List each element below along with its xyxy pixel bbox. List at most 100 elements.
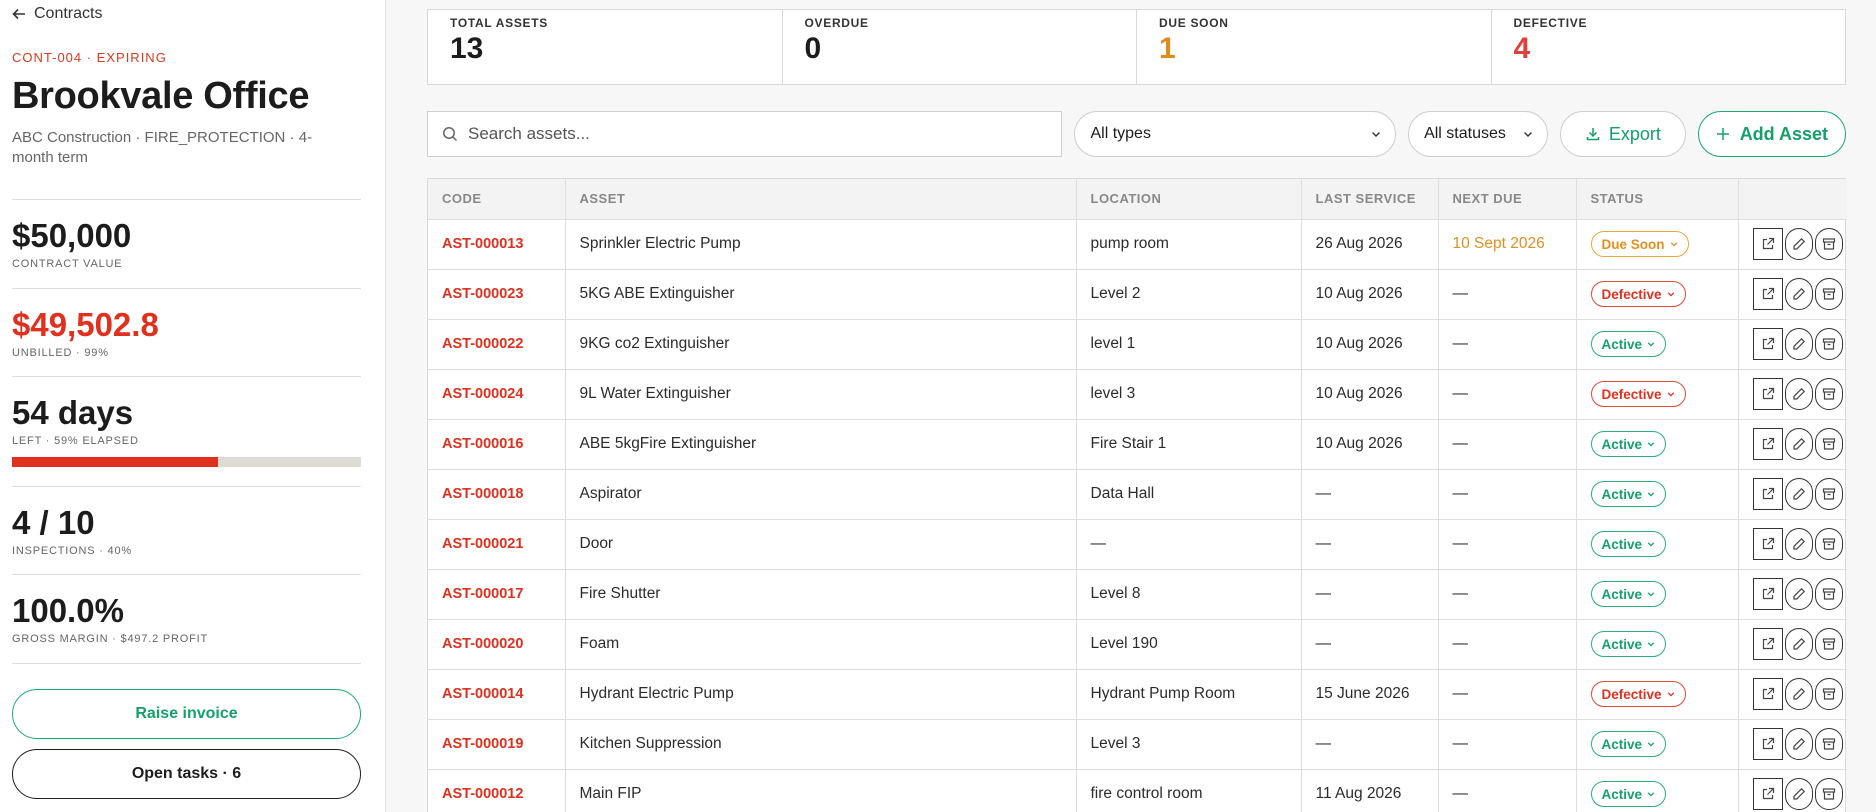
- table-row[interactable]: AST-000013 Sprinkler Electric Pump pump …: [428, 219, 1847, 270]
- status-badge-dropdown[interactable]: Active: [1590, 481, 1667, 507]
- archive-asset-button[interactable]: [1815, 528, 1844, 560]
- table-row[interactable]: AST-000020 Foam Level 190 — — Active: [428, 619, 1847, 670]
- back-to-contracts-link[interactable]: Contracts: [12, 4, 373, 24]
- table-row[interactable]: AST-000023 5KG ABE Extinguisher Level 2 …: [428, 269, 1847, 320]
- summary-value: 13: [450, 32, 484, 65]
- archive-asset-button[interactable]: [1815, 628, 1844, 660]
- open-asset-button[interactable]: [1752, 678, 1783, 710]
- status-badge-dropdown[interactable]: Due Soon: [1590, 231, 1689, 257]
- search-input[interactable]: [468, 124, 1048, 144]
- edit-asset-button[interactable]: [1784, 428, 1813, 460]
- table-row[interactable]: AST-000016 ABE 5kgFire Extinguisher Fire…: [428, 419, 1847, 470]
- edit-asset-button[interactable]: [1784, 278, 1813, 310]
- open-asset-button[interactable]: [1752, 328, 1783, 360]
- open-asset-button[interactable]: [1752, 728, 1783, 760]
- archive-asset-button[interactable]: [1815, 378, 1844, 410]
- type-filter-select[interactable]: All types: [1074, 111, 1397, 157]
- archive-asset-button[interactable]: [1815, 678, 1844, 710]
- edit-asset-button[interactable]: [1784, 778, 1813, 810]
- asset-code-link[interactable]: AST-000018: [428, 469, 566, 520]
- archive-asset-button[interactable]: [1815, 228, 1844, 260]
- open-asset-button[interactable]: [1752, 278, 1783, 310]
- open-asset-button[interactable]: [1752, 628, 1783, 660]
- edit-asset-button[interactable]: [1784, 378, 1813, 410]
- open-asset-button[interactable]: [1752, 528, 1783, 560]
- column-header-status[interactable]: STATUS: [1576, 179, 1739, 220]
- open-asset-button[interactable]: [1752, 778, 1783, 810]
- open-asset-button[interactable]: [1752, 378, 1783, 410]
- edit-asset-button[interactable]: [1784, 328, 1813, 360]
- archive-asset-button[interactable]: [1815, 578, 1844, 610]
- summary-value: 1: [1159, 32, 1176, 65]
- table-row[interactable]: AST-000024 9L Water Extinguisher level 3…: [428, 369, 1847, 420]
- asset-actions-cell: [1738, 319, 1847, 370]
- status-badge-dropdown[interactable]: Defective: [1590, 281, 1686, 307]
- edit-asset-button[interactable]: [1784, 678, 1813, 710]
- asset-code-link[interactable]: AST-000017: [428, 569, 566, 620]
- open-asset-button[interactable]: [1752, 228, 1783, 260]
- edit-asset-button[interactable]: [1784, 528, 1813, 560]
- raise-invoice-button[interactable]: Raise invoice: [12, 689, 361, 739]
- status-badge-label: Due Soon: [1601, 236, 1665, 252]
- status-badge-dropdown[interactable]: Active: [1590, 581, 1667, 607]
- edit-asset-button[interactable]: [1784, 228, 1813, 260]
- asset-name: Hydrant Electric Pump: [565, 669, 1077, 720]
- table-row[interactable]: AST-000017 Fire Shutter Level 8 — — Acti…: [428, 569, 1847, 620]
- table-row[interactable]: AST-000014 Hydrant Electric Pump Hydrant…: [428, 669, 1847, 720]
- status-badge-dropdown[interactable]: Active: [1590, 431, 1667, 457]
- chevron-down-icon: [1647, 342, 1655, 347]
- archive-asset-button[interactable]: [1815, 478, 1844, 510]
- edit-asset-button[interactable]: [1784, 628, 1813, 660]
- status-badge-dropdown[interactable]: Active: [1590, 331, 1667, 357]
- asset-code-link[interactable]: AST-000022: [428, 319, 566, 370]
- table-row[interactable]: AST-000022 9KG co2 Extinguisher level 1 …: [428, 319, 1847, 370]
- table-row[interactable]: AST-000019 Kitchen Suppression Level 3 —…: [428, 719, 1847, 770]
- asset-status-cell: Defective: [1576, 369, 1739, 420]
- status-badge-dropdown[interactable]: Active: [1590, 781, 1667, 807]
- table-row[interactable]: AST-000018 Aspirator Data Hall — — Activ…: [428, 469, 1847, 520]
- asset-code-link[interactable]: AST-000014: [428, 669, 566, 720]
- status-badge-dropdown[interactable]: Active: [1590, 631, 1667, 657]
- asset-code-link[interactable]: AST-000016: [428, 419, 566, 470]
- open-asset-button[interactable]: [1752, 428, 1783, 460]
- table-row[interactable]: AST-000012 Main FIP fire control room 11…: [428, 769, 1847, 812]
- archive-asset-button[interactable]: [1815, 778, 1844, 810]
- archive-asset-button[interactable]: [1815, 728, 1844, 760]
- asset-code-link[interactable]: AST-000019: [428, 719, 566, 770]
- status-badge-dropdown[interactable]: Active: [1590, 531, 1667, 557]
- column-header-asset[interactable]: ASSET: [565, 179, 1077, 220]
- column-header-next-due[interactable]: NEXT DUE: [1438, 179, 1577, 220]
- archive-asset-button[interactable]: [1815, 428, 1844, 460]
- external-link-icon: [1762, 687, 1774, 700]
- open-asset-button[interactable]: [1752, 478, 1783, 510]
- archive-asset-button[interactable]: [1815, 278, 1844, 310]
- status-filter-select[interactable]: All statuses: [1408, 111, 1549, 157]
- archive-icon: [1823, 488, 1836, 500]
- edit-asset-button[interactable]: [1784, 478, 1813, 510]
- asset-code-link[interactable]: AST-000020: [428, 619, 566, 670]
- asset-next-due: —: [1438, 419, 1577, 470]
- asset-code-link[interactable]: AST-000024: [428, 369, 566, 420]
- status-badge-dropdown[interactable]: Defective: [1590, 681, 1686, 707]
- export-button[interactable]: Export: [1560, 111, 1686, 157]
- asset-code-link[interactable]: AST-000023: [428, 269, 566, 320]
- asset-code-link[interactable]: AST-000012: [428, 769, 566, 812]
- table-row[interactable]: AST-000021 Door — — — Active: [428, 519, 1847, 570]
- column-header-code[interactable]: CODE: [428, 179, 566, 220]
- open-asset-button[interactable]: [1752, 578, 1783, 610]
- edit-asset-button[interactable]: [1784, 728, 1813, 760]
- column-header-location[interactable]: LOCATION: [1076, 179, 1302, 220]
- archive-icon: [1823, 788, 1836, 800]
- open-tasks-button[interactable]: Open tasks · 6: [12, 749, 361, 799]
- archive-asset-button[interactable]: [1815, 328, 1844, 360]
- status-badge-dropdown[interactable]: Defective: [1590, 381, 1686, 407]
- edit-asset-button[interactable]: [1784, 578, 1813, 610]
- column-header-last-service[interactable]: LAST SERVICE: [1301, 179, 1439, 220]
- asset-code-link[interactable]: AST-000013: [428, 219, 566, 270]
- asset-code-link[interactable]: AST-000021: [428, 519, 566, 570]
- asset-name: Main FIP: [565, 769, 1077, 812]
- chevron-down-icon: [1372, 132, 1381, 137]
- add-asset-button[interactable]: Add Asset: [1697, 111, 1847, 157]
- status-badge-dropdown[interactable]: Active: [1590, 731, 1667, 757]
- asset-status-cell: Active: [1576, 469, 1739, 520]
